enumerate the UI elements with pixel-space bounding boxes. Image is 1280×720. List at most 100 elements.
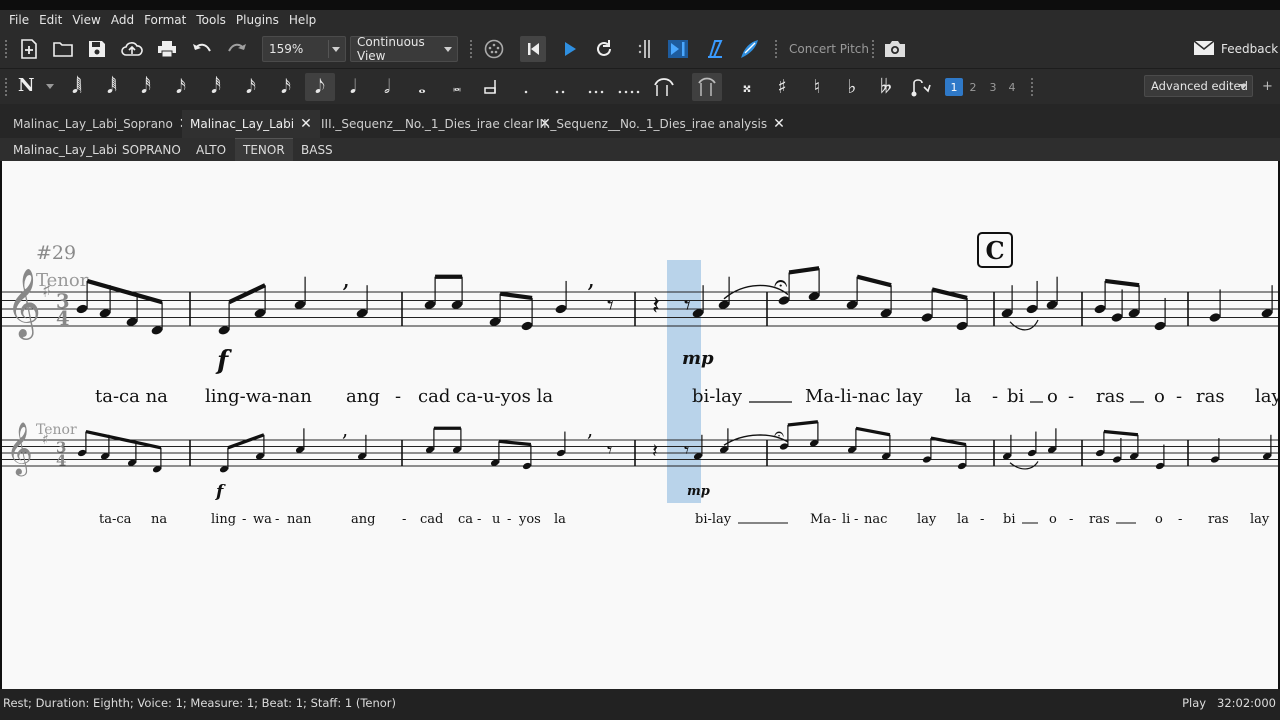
- natural-icon[interactable]: ♮: [802, 73, 832, 101]
- score-view[interactable]: #29 Tenor Tenor C 𝄞 ♯ 34 𝄾 𝄽 𝄾,, 𝄐 𝄞 ♯ 34 𝄾 𝄽 𝄾,, 𝄐 …: [2, 161, 1278, 689]
- lyric[interactable]: ang: [346, 386, 380, 407]
- menu-file[interactable]: File: [4, 13, 34, 27]
- lyric[interactable]: -: [1176, 386, 1182, 407]
- note-input-mode-button[interactable]: N: [18, 75, 34, 96]
- new-score-icon[interactable]: [16, 36, 42, 62]
- duration-quarter-button[interactable]: 𝅘𝅥: [338, 73, 368, 101]
- lyric[interactable]: nan: [287, 512, 312, 527]
- zoom-combo[interactable]: 159%: [262, 36, 346, 62]
- lyric[interactable]: -: [832, 512, 836, 527]
- voice-4-button[interactable]: 4: [1003, 78, 1021, 96]
- undo-icon[interactable]: [189, 36, 215, 62]
- lyric[interactable]: na: [151, 512, 167, 527]
- part-tab-bass[interactable]: BASS: [293, 138, 341, 161]
- voice-3-button[interactable]: 3: [984, 78, 1002, 96]
- lyric[interactable]: wa: [253, 512, 272, 527]
- open-file-icon[interactable]: [50, 36, 76, 62]
- lyric[interactable]: cad ca-u-yos la: [418, 386, 553, 407]
- menu-tools[interactable]: Tools: [191, 13, 231, 27]
- toolbar-grip[interactable]: [871, 39, 875, 59]
- print-icon[interactable]: [154, 36, 180, 62]
- chevron-down-icon[interactable]: [46, 84, 54, 89]
- lyric[interactable]: -: [1068, 386, 1074, 407]
- lyric[interactable]: -: [395, 386, 401, 407]
- lyric[interactable]: lay: [917, 512, 937, 527]
- lyric[interactable]: ling: [211, 512, 236, 527]
- dynamic-mezzo-piano-small[interactable]: mp: [687, 484, 710, 499]
- pan-score-icon[interactable]: [702, 36, 728, 62]
- lyric[interactable]: cad: [420, 512, 443, 527]
- score-canvas[interactable]: #29 Tenor Tenor C 𝄞 ♯ 3 4 𝄾 𝄽 𝄾,, 𝄐 𝄞 ♯ 3 4 𝄾 𝄽 𝄾,, 𝄐 …: [2, 161, 1278, 689]
- mail-icon[interactable]: [1193, 40, 1215, 56]
- lyric[interactable]: nac: [864, 512, 887, 527]
- toolbar-grip[interactable]: [4, 77, 8, 97]
- lyric[interactable]: li: [842, 512, 850, 527]
- duration-128th-button[interactable]: 𝅘𝅥𝅲: [62, 73, 92, 101]
- augmentation-dot-button[interactable]: .: [511, 73, 541, 101]
- part-tab-soprano[interactable]: SOPRANO: [114, 138, 189, 161]
- lyric[interactable]: -: [242, 512, 246, 527]
- screenshot-icon[interactable]: [882, 36, 908, 62]
- dynamic-mezzo-piano[interactable]: mp: [682, 348, 714, 369]
- lyric[interactable]: o: [1155, 512, 1163, 527]
- double-sharp-icon[interactable]: 𝄪: [732, 73, 762, 101]
- lyric[interactable]: la: [957, 512, 969, 527]
- double-flat-icon[interactable]: 𝄫: [871, 73, 901, 101]
- part-tab-alto[interactable]: ALTO: [188, 138, 234, 161]
- lyric[interactable]: la: [955, 386, 972, 407]
- duration-16th-button[interactable]: 𝅘𝅥𝅯: [236, 73, 266, 101]
- close-icon[interactable]: ✕: [773, 116, 785, 132]
- close-icon[interactable]: ✕: [300, 116, 312, 132]
- score-tab[interactable]: III._Sequenz__No._1_Dies_irae analysis ✕: [528, 110, 793, 138]
- midi-input-icon[interactable]: [481, 36, 507, 62]
- voice-2-button[interactable]: 2: [964, 78, 982, 96]
- concert-pitch-toggle[interactable]: Concert Pitch: [789, 42, 869, 56]
- lyric[interactable]: -: [992, 386, 998, 407]
- loop-in-icon[interactable]: [630, 36, 656, 62]
- lyric[interactable]: ras: [1096, 386, 1125, 407]
- view-mode-combo[interactable]: Continuous View: [350, 35, 458, 63]
- play-repeats-icon[interactable]: [665, 36, 691, 62]
- staff-bottom[interactable]: 𝄞 ♯ 34 𝄾 𝄽 𝄾,, 𝄐: [2, 418, 1278, 476]
- part-tab-score[interactable]: Malinac_Lay_Labi: [5, 138, 125, 161]
- lyric[interactable]: bi-lay: [695, 512, 732, 527]
- lyric[interactable]: -: [1069, 512, 1073, 527]
- score-tab[interactable]: Malinac_Lay_Labi_Soprano✕: [5, 110, 199, 138]
- duration-half-button[interactable]: 𝅗𝅥: [372, 73, 402, 101]
- tie-icon[interactable]: [650, 73, 680, 101]
- feedback-button[interactable]: Feedback: [1221, 42, 1278, 56]
- workspace-combo[interactable]: Advanced edited: [1144, 75, 1253, 97]
- dynamic-forte[interactable]: f: [215, 346, 232, 376]
- lyric[interactable]: ras: [1196, 386, 1225, 407]
- toolbar-grip[interactable]: [774, 39, 778, 59]
- sharp-icon[interactable]: ♯: [767, 73, 797, 101]
- staff-top[interactable]: 𝄞 ♯ 34 𝄾 𝄽 𝄾,, 𝄐: [2, 264, 1278, 340]
- rehearsal-mark[interactable]: C: [985, 236, 1004, 265]
- lyric[interactable]: ta-ca: [99, 512, 132, 527]
- lyric[interactable]: Ma-li-nac lay: [805, 386, 923, 407]
- toolbar-grip[interactable]: [4, 39, 8, 59]
- loop-icon[interactable]: [591, 36, 617, 62]
- menu-edit[interactable]: Edit: [34, 13, 67, 27]
- duration-64th-button[interactable]: 𝅘𝅥𝅱: [97, 73, 127, 101]
- duration-longa-button[interactable]: [476, 73, 506, 101]
- duration-32nd-button[interactable]: 𝅘𝅥𝅰: [131, 73, 161, 101]
- lyric[interactable]: -: [275, 512, 279, 527]
- score-tab[interactable]: III._Sequenz__No._1_Dies_irae clear ✕: [313, 110, 559, 138]
- lyric[interactable]: -: [507, 512, 511, 527]
- duration-16th-alt-button[interactable]: 𝅘𝅥𝅯: [166, 73, 196, 101]
- duration-32nd-alt-button[interactable]: 𝅘𝅥𝅰: [201, 73, 231, 101]
- lyric[interactable]: -: [477, 512, 481, 527]
- add-workspace-button[interactable]: +: [1262, 79, 1273, 94]
- lyric[interactable]: -: [980, 512, 984, 527]
- duration-whole-button[interactable]: 𝅝: [407, 73, 437, 101]
- lyric[interactable]: o: [1049, 512, 1057, 527]
- duration-eighth-button[interactable]: 𝅘𝅥𝅮: [305, 73, 335, 101]
- lyric[interactable]: ling-wa-nan: [205, 386, 312, 407]
- quadruple-dot-button[interactable]: ....: [614, 73, 644, 101]
- lyric[interactable]: o: [1047, 386, 1058, 407]
- lyric[interactable]: ca: [458, 512, 473, 527]
- duration-16th-b-button[interactable]: 𝅘𝅥𝅯: [271, 73, 301, 101]
- toolbar-grip[interactable]: [1030, 77, 1034, 97]
- lyric[interactable]: -: [402, 512, 406, 527]
